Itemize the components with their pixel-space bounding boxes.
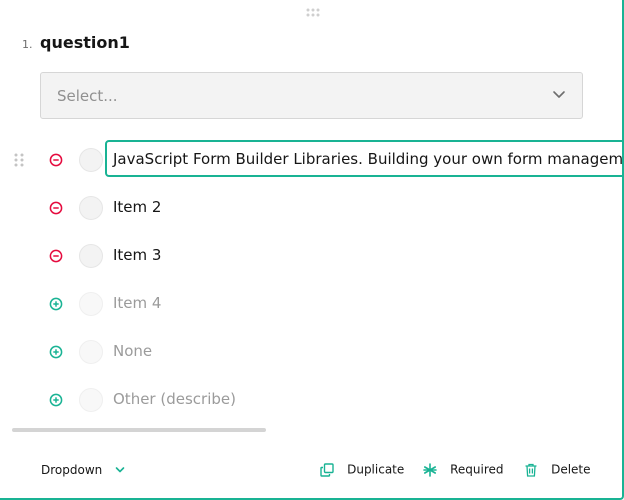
choice-item: JavaScript Form Builder Libraries. Build… <box>0 140 624 180</box>
choice-text[interactable]: Item 2 <box>113 198 161 216</box>
add-item-icon[interactable] <box>49 345 63 359</box>
radio-button <box>79 340 103 364</box>
required-button[interactable]: Required <box>423 459 504 477</box>
drag-handle-icon[interactable] <box>13 153 25 167</box>
dropdown-placeholder: Select... <box>57 87 118 105</box>
choice-item: Item 2 <box>0 188 622 228</box>
remove-item-icon[interactable] <box>49 249 63 263</box>
add-item-icon[interactable] <box>49 393 63 407</box>
radio-button <box>79 388 103 412</box>
chevron-down-icon <box>116 466 125 472</box>
choice-item: Item 4 <box>0 284 622 324</box>
add-item-icon[interactable] <box>49 297 63 311</box>
choice-text[interactable]: None <box>113 342 152 360</box>
duplicate-icon <box>320 462 334 477</box>
asterisk-icon <box>423 462 437 477</box>
duplicate-label: Duplicate <box>347 462 405 477</box>
duplicate-button[interactable]: Duplicate <box>320 459 404 477</box>
delete-button[interactable]: Delete <box>524 459 591 477</box>
drag-handle-icon[interactable] <box>305 8 321 20</box>
radio-button <box>79 292 103 316</box>
question-title[interactable]: question1 <box>40 33 130 52</box>
required-label: Required <box>450 462 504 477</box>
choice-text[interactable]: Item 4 <box>113 294 161 312</box>
question-type-selector[interactable]: Dropdown <box>41 459 125 477</box>
delete-label: Delete <box>551 462 591 477</box>
choice-item: None <box>0 332 622 372</box>
radio-button[interactable] <box>79 244 103 268</box>
question-number: 1. <box>22 38 33 51</box>
question-card: 1. question1 Select... JavaScript Form B… <box>0 0 624 500</box>
horizontal-scrollbar[interactable] <box>12 428 266 432</box>
radio-button[interactable] <box>79 148 103 172</box>
radio-button[interactable] <box>79 196 103 220</box>
choice-item: Other (describe) <box>0 380 622 420</box>
trash-icon <box>525 463 537 477</box>
dropdown-select[interactable]: Select... <box>40 72 583 119</box>
remove-item-icon[interactable] <box>49 201 63 215</box>
chevron-down-icon <box>553 91 565 98</box>
remove-item-icon[interactable] <box>49 153 63 167</box>
choice-text: JavaScript Form Builder Libraries. Build… <box>113 150 624 168</box>
choice-text[interactable]: Other (describe) <box>113 390 236 408</box>
question-type-label: Dropdown <box>41 463 103 477</box>
choice-text[interactable]: Item 3 <box>113 246 161 264</box>
choice-text-input[interactable]: JavaScript Form Builder Libraries. Build… <box>105 140 624 177</box>
choice-item: Item 3 <box>0 236 622 276</box>
